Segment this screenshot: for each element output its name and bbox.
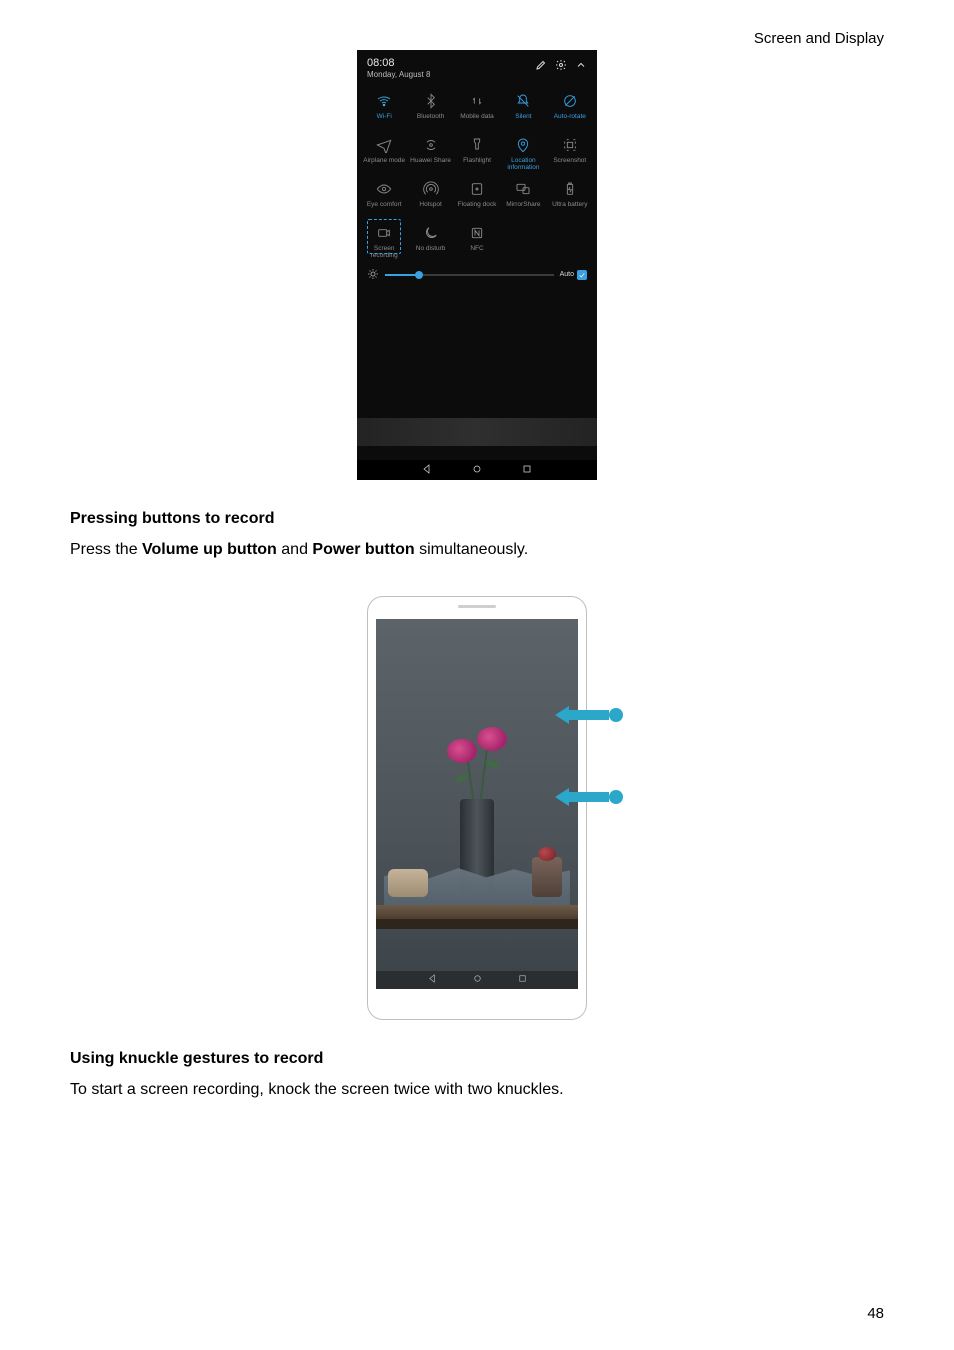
hotspot-icon <box>420 178 442 200</box>
page-header-right: Screen and Display <box>754 30 884 47</box>
gear-icon[interactable] <box>555 59 567 73</box>
screenshot-icon <box>559 134 581 156</box>
arrow-to-volume-up <box>556 706 621 724</box>
qs-tile-airplane[interactable]: Airplane mode <box>361 134 407 172</box>
section1-body: Press the Volume up button and Power but… <box>70 538 884 562</box>
chevron-up-icon[interactable] <box>575 59 587 73</box>
qs-tile-mirrorshare[interactable]: MirrorShare <box>500 178 546 216</box>
qs-tile-label: Huawei Share <box>410 158 451 172</box>
section1-bold-power: Power button <box>312 541 414 558</box>
phone-screen <box>376 619 578 989</box>
flower-icon <box>477 727 507 751</box>
android-nav-bar <box>357 460 597 480</box>
section1-bold-volume: Volume up button <box>142 541 277 558</box>
section1-text-pre: Press the <box>70 541 142 558</box>
qs-tile-no-disturb[interactable]: No disturb <box>407 222 453 260</box>
no-disturb-icon <box>420 222 442 244</box>
section-heading-buttons: Pressing buttons to record <box>70 510 884 528</box>
qs-tile-label: Silent <box>515 114 531 128</box>
qs-tile-auto-rotate[interactable]: Auto-rotate <box>547 90 593 128</box>
phone-side-buttons-illustration <box>327 596 627 1020</box>
flower-icon <box>447 739 477 763</box>
qs-tile-screen-rec[interactable]: Screen recording <box>361 222 407 260</box>
flashlight-icon <box>466 134 488 156</box>
qs-tile-label: Ultra battery <box>552 202 587 216</box>
qs-tile-label: Mobile data <box>460 114 494 128</box>
brightness-slider[interactable] <box>385 274 554 276</box>
eye-comfort-icon <box>373 178 395 200</box>
nav-recent-icon[interactable] <box>517 971 528 989</box>
qs-tile-huawei-share[interactable]: Huawei Share <box>407 134 453 172</box>
qs-tile-nfc[interactable]: NFC <box>454 222 500 260</box>
qs-tile-label: Screen recording <box>361 246 407 260</box>
silent-icon <box>512 90 534 112</box>
nav-home-icon[interactable] <box>472 971 483 989</box>
brightness-slider-row: Auto <box>357 264 597 282</box>
arrow-to-power <box>556 788 621 806</box>
page-number: 48 <box>867 1305 884 1322</box>
android-nav-bar <box>376 971 578 989</box>
qs-tile-label: MirrorShare <box>506 202 540 216</box>
qs-tile-screenshot[interactable]: Screenshot <box>547 134 593 172</box>
status-time: 08:08 <box>367 57 430 70</box>
qs-tile-label: Hotspot <box>419 202 441 216</box>
airplane-icon <box>373 134 395 156</box>
qs-tile-floating-dock[interactable]: Floating dock <box>454 178 500 216</box>
qs-tile-label: Eye comfort <box>367 202 402 216</box>
qs-tile-eye-comfort[interactable]: Eye comfort <box>361 178 407 216</box>
mobile-data-icon <box>466 90 488 112</box>
nav-back-icon[interactable] <box>427 971 438 989</box>
section1-text-mid: and <box>277 541 313 558</box>
qs-tile-flashlight[interactable]: Flashlight <box>454 134 500 172</box>
section2-body: To start a screen recording, knock the s… <box>70 1078 884 1102</box>
nav-recent-icon[interactable] <box>521 463 533 477</box>
wifi-icon <box>373 90 395 112</box>
bluetooth-icon <box>420 90 442 112</box>
brightness-auto-label: Auto <box>560 271 574 278</box>
status-date: Monday, August 8 <box>367 70 430 80</box>
qs-tile-mobile-data[interactable]: Mobile data <box>454 90 500 128</box>
auto-rotate-icon <box>559 90 581 112</box>
qs-tile-label: No disturb <box>416 246 446 260</box>
ultra-battery-icon <box>559 178 581 200</box>
qs-tile-label: Flashlight <box>463 158 491 172</box>
qs-tile-label: NFC <box>470 246 483 260</box>
qs-tile-hotspot[interactable]: Hotspot <box>407 178 453 216</box>
qs-tile-label: Bluetooth <box>417 114 444 128</box>
qs-tile-label: Auto-rotate <box>554 114 586 128</box>
brightness-auto-checkbox[interactable] <box>577 270 587 280</box>
mirrorshare-icon <box>512 178 534 200</box>
qs-tile-location[interactable]: Location information <box>500 134 546 172</box>
screen-rec-icon <box>373 222 395 244</box>
qs-tile-label: Location information <box>500 158 546 172</box>
qs-tile-label: Screenshot <box>553 158 586 172</box>
phone-outline <box>367 596 587 1020</box>
qs-tile-label: Wi-Fi <box>377 114 392 128</box>
floating-dock-icon <box>466 178 488 200</box>
qs-tile-bluetooth[interactable]: Bluetooth <box>407 90 453 128</box>
location-icon <box>512 134 534 156</box>
speaker-slot <box>458 605 496 608</box>
section-heading-knuckle: Using knuckle gestures to record <box>70 1050 884 1068</box>
qs-tile-ultra-battery[interactable]: Ultra battery <box>547 178 593 216</box>
section1-text-post: simultaneously. <box>415 541 529 558</box>
qs-tile-silent[interactable]: Silent <box>500 90 546 128</box>
nav-back-icon[interactable] <box>421 463 433 477</box>
qs-tile-label: Airplane mode <box>363 158 405 172</box>
qs-tile-wifi[interactable]: Wi-Fi <box>361 90 407 128</box>
quick-settings-screenshot: 08:08 Monday, August 8 Wi-Fi Bluetooth Mob… <box>357 50 597 480</box>
nav-home-icon[interactable] <box>471 463 483 477</box>
edit-icon[interactable] <box>535 59 547 73</box>
qs-tile-label: Floating dock <box>458 202 497 216</box>
brightness-icon <box>367 268 379 282</box>
nfc-icon <box>466 222 488 244</box>
huawei-share-icon <box>420 134 442 156</box>
dock-strip <box>357 418 597 446</box>
